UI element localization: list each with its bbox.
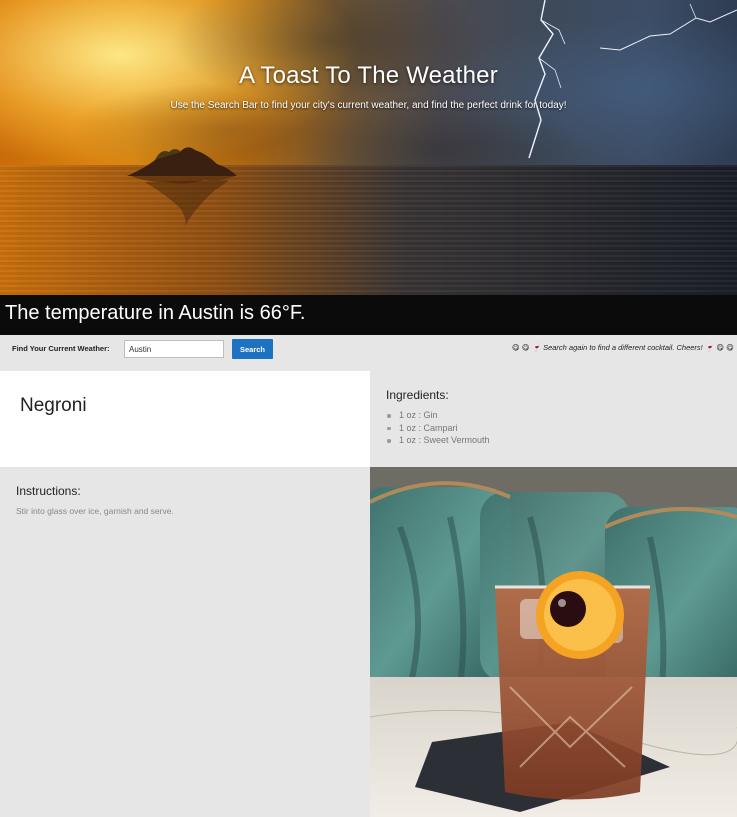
ingredient-item: 1 oz : Campari <box>387 422 490 435</box>
temperature-bar: The temperature in Austin is 66°F. <box>0 295 737 335</box>
ingredient-item: 1 oz : Sweet Vermouth <box>387 435 490 445</box>
city-search-input[interactable] <box>124 340 224 358</box>
instructions-text: Stir into glass over ice, garnish and se… <box>16 506 174 516</box>
instructions-heading: Instructions: <box>16 484 81 498</box>
sea-image <box>0 165 737 295</box>
search-again-message: 😋 😋 🍷 Search again to find a different c… <box>511 343 734 352</box>
ingredients-heading: Ingredients: <box>386 388 449 402</box>
ingredients-list: 1 oz : Gin 1 oz : Campari 1 oz : Sweet V… <box>387 409 490 447</box>
page-title: A Toast To The Weather <box>239 62 498 89</box>
lightning-branch-icon <box>600 3 737 51</box>
ingredient-item: 1 oz : Gin <box>387 409 490 422</box>
search-bar: Find Your Current Weather: Search 😋 😋 🍷 … <box>0 335 737 371</box>
hero-banner: A Toast To The Weather Use the Search Ba… <box>0 0 737 295</box>
search-button[interactable]: Search <box>232 339 273 359</box>
search-label: Find Your Current Weather: <box>12 344 110 353</box>
drink-name-panel: Negroni <box>0 371 370 467</box>
temperature-text: The temperature in Austin is 66°F. <box>5 302 306 324</box>
drink-name: Negroni <box>20 395 87 416</box>
drink-photo <box>370 467 737 817</box>
instructions-panel: Instructions: Stir into glass over ice, … <box>0 467 370 817</box>
page-subtitle: Use the Search Bar to find your city's c… <box>170 100 567 111</box>
ingredients-panel: Ingredients: 1 oz : Gin 1 oz : Campari 1… <box>370 371 737 467</box>
cocktail-image <box>370 467 737 817</box>
island-icon <box>127 147 237 226</box>
